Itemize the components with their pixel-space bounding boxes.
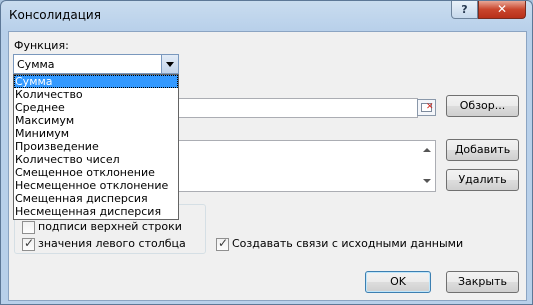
scroll-up-icon[interactable] [417, 142, 436, 159]
close-window-button[interactable]: ✕ [478, 1, 526, 19]
dropdown-option[interactable]: Несмещенное отклонение [14, 179, 178, 192]
function-dropdown-list[interactable]: Сумма Количество Среднее Максимум Миниму… [13, 74, 179, 220]
reference-input[interactable] [176, 98, 418, 118]
help-button[interactable]: ? [451, 1, 478, 19]
dropdown-option[interactable]: Среднее [14, 101, 178, 114]
checkmark-icon: ✓ [218, 236, 229, 250]
top-row-label: подписи верхней строки [38, 220, 182, 233]
add-button[interactable]: Добавить [446, 139, 519, 161]
browse-button[interactable]: Обзор... [446, 95, 519, 117]
dropdown-option[interactable]: Минимум [14, 127, 178, 140]
dropdown-button[interactable] [161, 55, 178, 73]
ok-button[interactable]: OK [365, 271, 431, 293]
close-button[interactable]: Закрыть [446, 271, 519, 293]
dialog-body: Функция: Сумма ✕ Обзор... Добавить Удали… [8, 31, 527, 301]
references-list[interactable] [176, 140, 436, 192]
function-label: Функция: [14, 39, 69, 52]
dropdown-option[interactable]: Максимум [14, 114, 178, 127]
dialog-window: Консолидация ? ✕ Функция: Сумма ✕ Обзор.… [0, 0, 533, 305]
window-title: Консолидация [9, 8, 101, 22]
dropdown-option[interactable]: Сумма [14, 75, 178, 88]
create-links-label: Создавать связи с исходными данными [232, 237, 464, 250]
chevron-down-icon [166, 62, 174, 67]
title-bar[interactable]: Консолидация ? ✕ [1, 1, 532, 31]
top-row-checkbox[interactable] [22, 221, 35, 234]
dropdown-option[interactable]: Несмещенная дисперсия [14, 205, 178, 218]
dropdown-option[interactable]: Смещенное отклонение [14, 166, 178, 179]
create-links-checkbox[interactable]: ✓ [216, 236, 229, 251]
function-combobox[interactable]: Сумма [13, 54, 179, 74]
dropdown-option[interactable]: Произведение [14, 140, 178, 153]
function-selected-value: Сумма [17, 58, 55, 71]
dropdown-option[interactable]: Смещенная дисперсия [14, 192, 178, 205]
scroll-down-icon[interactable] [417, 173, 436, 190]
dropdown-option[interactable]: Количество чисел [14, 153, 178, 166]
checkmark-icon: ✓ [24, 236, 35, 250]
left-column-label: значения левого столбца [38, 237, 186, 250]
dropdown-option[interactable]: Количество [14, 88, 178, 101]
delete-button[interactable]: Удалить [446, 169, 519, 191]
range-select-icon[interactable]: ✕ [417, 99, 436, 116]
left-column-checkbox[interactable]: ✓ [22, 236, 35, 251]
